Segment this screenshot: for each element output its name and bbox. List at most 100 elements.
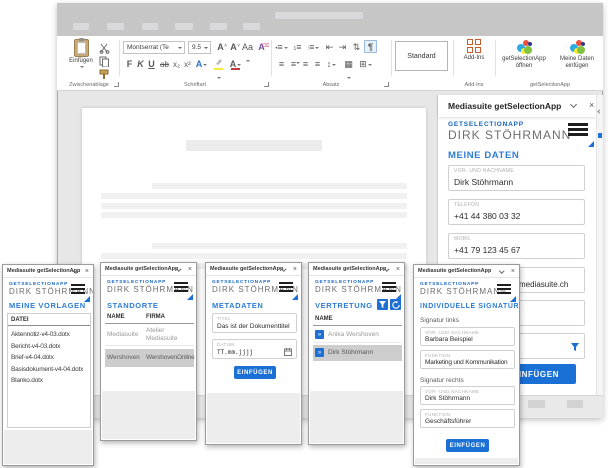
ribbon-tab-placeholder[interactable] — [210, 23, 227, 30]
close-icon[interactable]: × — [293, 265, 297, 274]
status-item-placeholder[interactable] — [567, 400, 583, 408]
name-field[interactable]: VOR- UND NACHNAME Dirk Stöhrmann — [448, 165, 585, 191]
location-row[interactable]: Mediasuite Atelier Mediasuite — [105, 325, 194, 346]
text-effects-icon[interactable]: A — [195, 58, 208, 71]
column-header-datei: DATEI — [8, 314, 90, 326]
hamburger-menu-icon[interactable] — [279, 282, 293, 294]
numbered-list-icon[interactable]: 1≡ — [291, 41, 304, 54]
panel-title: Mediasuite getSelectionApp — [7, 268, 80, 274]
insert-person-icon[interactable]: » — [315, 330, 324, 339]
section-heading: STANDORTE — [107, 301, 159, 310]
close-icon[interactable]: × — [188, 265, 192, 274]
panel-titlebar[interactable]: Mediasuite getSelectionApp × — [101, 263, 196, 276]
brand-user-name: DIRK STÖHRMANN — [448, 128, 571, 142]
close-icon[interactable]: × — [511, 267, 515, 276]
style-gallery-standard[interactable]: Standard — [395, 41, 448, 71]
font-name-select[interactable]: Montserrat (Te — [123, 41, 185, 54]
signature-left-function-field[interactable]: FUNKTION Marketing und Kommunikation — [420, 350, 515, 369]
sort-icon[interactable]: ⇅ — [350, 41, 363, 54]
close-icon[interactable]: × — [396, 265, 400, 274]
panel-titlebar[interactable]: Mediasuite getSelectionApp × — [3, 265, 93, 278]
justify-icon[interactable]: ≡ — [311, 58, 324, 71]
ribbon-tab-placeholder[interactable] — [73, 23, 89, 30]
chevron-left-icon[interactable] — [597, 109, 601, 113]
template-list-item[interactable]: Blanko.dotx — [11, 375, 90, 387]
phone-field[interactable]: TELEFON +41 44 380 03 32 — [448, 199, 585, 225]
chevron-down-icon[interactable] — [570, 101, 577, 108]
highlight-icon[interactable] — [212, 58, 225, 71]
underline-icon[interactable]: U — [145, 58, 158, 71]
borders-icon[interactable]: ⊞ — [359, 58, 372, 71]
chevron-down-icon[interactable] — [499, 268, 504, 273]
insert-button[interactable]: EINFÜGEN — [446, 439, 489, 452]
panel-meine-vorlagen: Mediasuite getSelectionApp × GETSELECTIO… — [2, 264, 94, 466]
hamburger-menu-icon[interactable] — [497, 284, 511, 296]
hamburger-menu-icon[interactable] — [568, 123, 588, 138]
calendar-icon[interactable] — [284, 348, 292, 356]
ribbon-tab-placeholder[interactable] — [243, 23, 260, 30]
template-list-item[interactable]: Brief-v4-04.dotx — [11, 352, 90, 364]
panel-filler — [102, 391, 195, 439]
status-item-placeholder[interactable] — [528, 400, 545, 408]
ribbon-tab-placeholder[interactable] — [142, 23, 158, 30]
panel-titlebar[interactable]: Mediasuite getSelectionApp × — [309, 263, 404, 276]
panel-filler — [4, 430, 92, 464]
template-list-item[interactable]: Aktennotiz-v4-03.dotx — [11, 329, 90, 341]
ribbon-tab-placeholder[interactable] — [107, 23, 124, 30]
cell-name: Mediasuite — [107, 331, 138, 338]
line-spacing-icon[interactable]: ↕ — [325, 58, 338, 71]
multilevel-list-icon[interactable]: ⁝≡ — [307, 41, 320, 54]
font-color-icon[interactable]: A — [229, 58, 242, 71]
dialog-launcher-icon[interactable] — [264, 82, 269, 87]
hamburger-menu-icon[interactable] — [71, 284, 85, 296]
document-line-placeholder — [152, 243, 407, 249]
shading-icon[interactable]: ▦ — [342, 58, 355, 71]
mobile-field[interactable]: MOBIL +41 79 123 45 67 — [448, 233, 585, 259]
close-icon[interactable]: × — [589, 101, 594, 110]
location-row-selected[interactable]: Wershoven WershovenOnline — [105, 349, 194, 367]
change-case-icon[interactable]: Aa — [241, 41, 254, 54]
filter-icon[interactable] — [571, 343, 579, 351]
paste-label: Einfügen — [69, 58, 93, 64]
deputy-row[interactable]: » Anika Wershoven — [313, 327, 402, 343]
filter-button[interactable] — [377, 299, 388, 310]
taskpane-collapse-strip[interactable] — [596, 95, 603, 395]
addins-button[interactable]: Add-Ins — [456, 39, 492, 83]
hamburger-menu-icon[interactable] — [382, 282, 396, 294]
column-header-firma: FIRMA — [146, 314, 165, 320]
insert-button[interactable]: EINFÜGEN — [234, 366, 276, 379]
section-heading: METADATEN — [212, 301, 263, 310]
refresh-button[interactable] — [390, 299, 401, 310]
grow-font-icon[interactable]: A˄ — [214, 41, 227, 54]
window-titlebar[interactable] — [57, 3, 603, 36]
date-field[interactable]: DATUM TT.mm.jjjj — [212, 339, 297, 359]
panel-titlebar[interactable]: Mediasuite getSelectionApp × — [206, 263, 301, 276]
shrink-font-icon[interactable]: A˅ — [227, 41, 240, 54]
decrease-indent-icon[interactable]: ⇤ — [323, 41, 336, 54]
signature-right-name-field[interactable]: VOR- UND NACHNAME Dirk Stöhrmann — [420, 386, 515, 405]
hamburger-menu-icon[interactable] — [174, 282, 188, 294]
open-getselectionapp-button[interactable]: getSelectionApp öffnen — [499, 39, 549, 83]
panel-title: Mediasuite getSelectionApp — [418, 268, 491, 274]
superscript-icon[interactable]: x² — [181, 58, 194, 71]
signature-right-function-field[interactable]: FUNKTION Geschäftsführer — [420, 409, 515, 428]
bullet-list-icon[interactable]: •≡ — [275, 41, 288, 54]
panel-titlebar[interactable]: Mediasuite getSelectionApp × — [414, 265, 519, 278]
show-formatting-marks-icon[interactable]: ¶ — [364, 40, 377, 53]
font-size-select[interactable]: 9.5 — [188, 41, 211, 54]
dialog-launcher-icon[interactable] — [114, 82, 119, 87]
deputy-row-selected[interactable]: » Dirk Stöhrmann — [313, 345, 402, 361]
clear-formatting-icon[interactable]: A⌫ — [255, 41, 268, 54]
increase-indent-icon[interactable]: ⇥ — [336, 41, 349, 54]
insert-mydata-button[interactable]: Meine Daten einfügen — [553, 39, 601, 83]
template-list-item[interactable]: Basisdokument-v4-04.dotx — [11, 364, 90, 376]
insert-person-icon[interactable]: » — [315, 348, 324, 357]
panel-filler — [207, 393, 300, 443]
title-field[interactable]: TITEL Das ist der Dokumenttitel — [212, 313, 297, 333]
template-list-item[interactable]: Bericht-v4-03.dotx — [11, 341, 90, 353]
ribbon-tab-placeholder[interactable] — [175, 23, 193, 30]
close-icon[interactable]: × — [85, 267, 89, 276]
signature-left-name-field[interactable]: VOR- UND NACHNAME Barbara Beispiel — [420, 327, 515, 346]
paste-button[interactable]: Einfügen — [65, 39, 97, 83]
dialog-launcher-icon[interactable] — [384, 82, 389, 87]
